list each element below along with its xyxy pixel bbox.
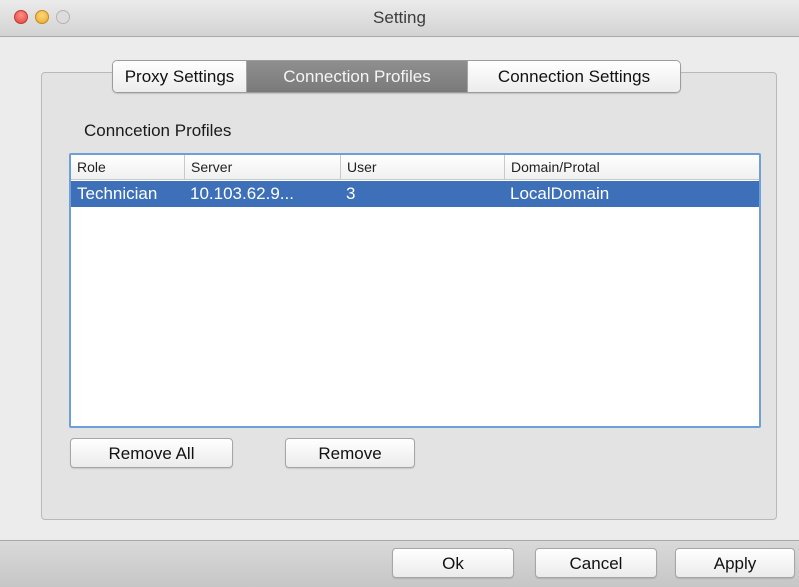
column-header-role[interactable]: Role (71, 155, 184, 179)
cancel-button[interactable]: Cancel (535, 548, 657, 578)
tab-proxy-settings[interactable]: Proxy Settings (113, 61, 247, 92)
table-row[interactable]: Technician 10.103.62.9... 3 LocalDomain (71, 181, 759, 207)
cell-role: Technician (77, 184, 158, 203)
window-title: Setting (373, 8, 426, 27)
apply-button[interactable]: Apply (675, 548, 795, 578)
tab-bar: Proxy Settings Connection Profiles Conne… (112, 60, 681, 93)
cell-user: 3 (346, 184, 356, 203)
remove-all-button[interactable]: Remove All (70, 438, 233, 468)
tab-connection-settings[interactable]: Connection Settings (468, 61, 680, 92)
title-bar[interactable]: Setting (0, 0, 799, 37)
column-header-domain[interactable]: Domain/Protal (504, 155, 759, 179)
tab-connection-profiles[interactable]: Connection Profiles (247, 61, 468, 92)
settings-window: Setting Proxy Settings Connection Profil… (0, 0, 799, 587)
section-title: Conncetion Profiles (84, 121, 232, 140)
column-header-user[interactable]: User (340, 155, 504, 179)
cell-domain: LocalDomain (510, 184, 610, 203)
table-header: Role Server User Domain/Protal (71, 155, 759, 180)
column-header-server[interactable]: Server (184, 155, 340, 179)
remove-button[interactable]: Remove (285, 438, 415, 468)
ok-button[interactable]: Ok (392, 548, 514, 578)
profiles-table[interactable]: Role Server User Domain/Protal Technicia… (69, 153, 761, 428)
cell-server: 10.103.62.9... (190, 184, 294, 203)
